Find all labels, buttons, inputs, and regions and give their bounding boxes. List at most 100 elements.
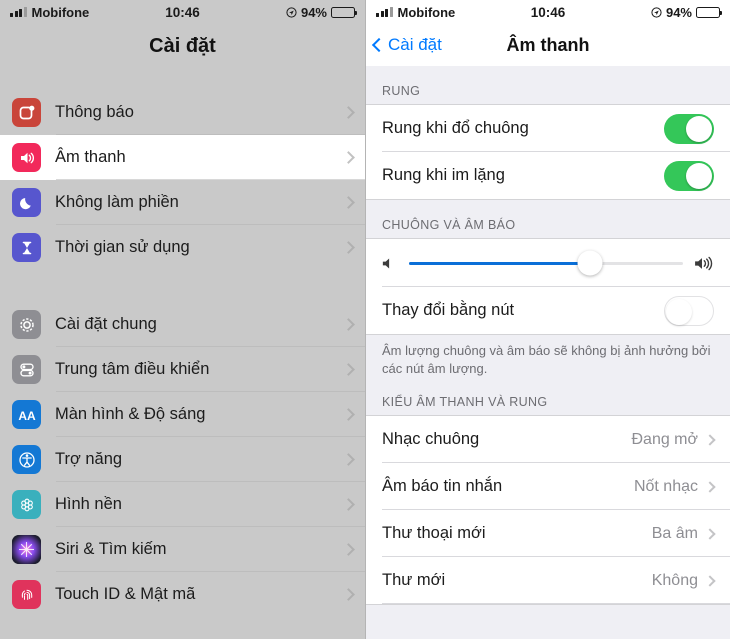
sidebar-item-label: Thông báo [55, 103, 134, 121]
sidebar-item-accessibility[interactable]: Trợ năng [0, 437, 365, 482]
sounds-speaker-icon [12, 143, 41, 172]
svg-text:AA: AA [18, 409, 36, 423]
row-new-voicemail[interactable]: Thư thoại mới Ba âm [366, 510, 730, 558]
status-bar-right: Mobifone 10:46 94% [366, 0, 730, 24]
slider-thumb[interactable] [577, 250, 603, 276]
do-not-disturb-moon-icon [12, 188, 41, 217]
carrier-label: Mobifone [397, 4, 456, 20]
speaker-low-icon [382, 258, 390, 268]
chevron-right-icon [342, 408, 355, 421]
chevron-right-icon [704, 480, 716, 493]
chevron-right-icon [342, 363, 355, 376]
sidebar-item-general[interactable]: Cài đặt chung [0, 302, 365, 347]
chevron-right-icon [704, 527, 716, 540]
row-text-tone[interactable]: Âm báo tin nhắn Nốt nhạc [366, 463, 730, 511]
back-button-label: Cài đặt [388, 35, 442, 54]
sidebar-item-screen-time[interactable]: Thời gian sử dụng [0, 225, 365, 270]
vibrate-on-ring-toggle[interactable] [664, 113, 714, 144]
touch-id-fingerprint-icon [12, 580, 41, 609]
ringer-volume-slider[interactable] [409, 250, 683, 276]
chevron-right-icon [704, 433, 716, 446]
sidebar-item-label: Màn hình & Độ sáng [55, 405, 206, 423]
vibrate-group: Rung khi đổ chuông Rung khi im lặng [366, 104, 730, 200]
row-label: Thư thoại mới [382, 524, 486, 543]
siri-icon [12, 535, 41, 564]
group-gap [0, 270, 365, 302]
battery-percent-label: 94% [300, 4, 327, 20]
ringer-footnote: Âm lượng chuông và âm báo sẽ không bị ản… [382, 343, 711, 376]
chevron-right-icon [342, 498, 355, 511]
battery-icon [331, 6, 357, 18]
row-vibrate-on-silent[interactable]: Rung khi im lặng [366, 152, 730, 199]
sidebar-item-siri-search[interactable]: Siri & Tìm kiếm [0, 527, 365, 572]
chevron-right-icon [342, 543, 355, 556]
settings-list: Thông báo Âm thanh Không làm phiền Thời … [0, 68, 365, 617]
row-label: Âm báo tin nhắn [382, 477, 503, 496]
section-header-ringer-wrap: CHUÔNG VÀ ÂM BÁO [366, 200, 730, 238]
chevron-right-icon [342, 106, 355, 119]
row-label: Nhạc chuông [382, 430, 480, 449]
sound-patterns-group: Nhạc chuông Đang mở Âm báo tin nhắn Nốt … [366, 415, 730, 606]
chevron-right-icon [704, 574, 716, 587]
speaker-high-icon [695, 256, 713, 270]
ringer-group: Thay đổi bằng nút [366, 238, 730, 335]
row-new-mail[interactable]: Thư mới Không [366, 557, 730, 605]
section-header-ringer: CHUÔNG VÀ ÂM BÁO [382, 218, 516, 232]
row-label: Thay đổi bằng nút [382, 301, 515, 319]
sidebar-item-wallpaper[interactable]: Hình nền [0, 482, 365, 527]
chevron-right-icon [342, 151, 355, 164]
sidebar-item-label: Trợ năng [55, 450, 123, 468]
row-value: Đang mở [631, 430, 698, 448]
status-bar-right-group: 94% [286, 4, 357, 20]
section-header-sound-patterns: KIỂU ÂM THANH VÀ RUNG [382, 395, 548, 410]
row-label: Thư mới [382, 571, 446, 590]
display-brightness-aa-icon: AA [12, 400, 41, 429]
back-button[interactable]: Cài đặt [371, 35, 442, 55]
chevron-right-icon [342, 588, 355, 601]
chevron-right-icon [342, 453, 355, 466]
row-value: Nốt nhạc [633, 477, 698, 495]
row-label: Rung khi đổ chuông [382, 119, 529, 137]
chevron-right-icon [342, 241, 355, 254]
signal-bars-icon [10, 7, 27, 17]
row-label: Rung khi im lặng [382, 166, 505, 184]
settings-list-pane: Mobifone 10:46 94% Cài đặt Thông báo Âm … [0, 0, 366, 639]
status-bar-left: Mobifone 10:46 94% [0, 0, 365, 24]
sidebar-item-label: Hình nền [55, 495, 122, 513]
notifications-icon [12, 98, 41, 127]
general-gear-icon [12, 310, 41, 339]
sidebar-item-label: Siri & Tìm kiếm [55, 540, 167, 558]
battery-percent-label: 94% [665, 4, 692, 20]
carrier-label: Mobifone [31, 4, 90, 20]
row-value: Ba âm [651, 524, 698, 542]
sidebar-item-touch-id-passcode[interactable]: Touch ID & Mật mã [0, 572, 365, 617]
signal-bars-icon [376, 7, 393, 17]
sound-settings-pane: Mobifone 10:46 94% Cài đặt Âm thanh RUNG [366, 0, 730, 639]
chevron-left-icon [371, 37, 387, 53]
row-value: Không [651, 571, 698, 589]
screen-time-hourglass-icon [12, 233, 41, 262]
control-center-toggles-icon [12, 355, 41, 384]
section-header-vibrate-wrap: RUNG [366, 66, 730, 104]
vibrate-on-silent-toggle[interactable] [664, 160, 714, 191]
sidebar-item-do-not-disturb[interactable]: Không làm phiền [0, 180, 365, 225]
sidebar-item-control-center[interactable]: Trung tâm điều khiển [0, 347, 365, 392]
row-change-with-buttons[interactable]: Thay đổi bằng nút [366, 287, 730, 334]
row-vibrate-on-ring[interactable]: Rung khi đổ chuông [366, 105, 730, 152]
location-services-icon [286, 6, 297, 18]
page-title: Cài đặt [149, 34, 216, 57]
sidebar-item-label: Âm thanh [55, 148, 126, 166]
section-header-vibrate: RUNG [382, 84, 421, 98]
navigation-bar: Cài đặt Âm thanh [366, 24, 730, 66]
sidebar-item-label: Thời gian sử dụng [55, 238, 190, 256]
row-ringtone[interactable]: Nhạc chuông Đang mở [366, 416, 730, 464]
sidebar-item-display-brightness[interactable]: AA Màn hình & Độ sáng [0, 392, 365, 437]
change-with-buttons-toggle[interactable] [664, 295, 714, 326]
sidebar-item-label: Cài đặt chung [55, 315, 157, 333]
status-bar-right-group: 94% [651, 4, 722, 20]
sidebar-item-notifications[interactable]: Thông báo [0, 90, 365, 135]
ringer-volume-slider-row[interactable] [366, 239, 730, 287]
sidebar-item-label: Touch ID & Mật mã [55, 585, 196, 603]
sidebar-item-sounds[interactable]: Âm thanh [0, 135, 365, 180]
chevron-right-icon [342, 196, 355, 209]
